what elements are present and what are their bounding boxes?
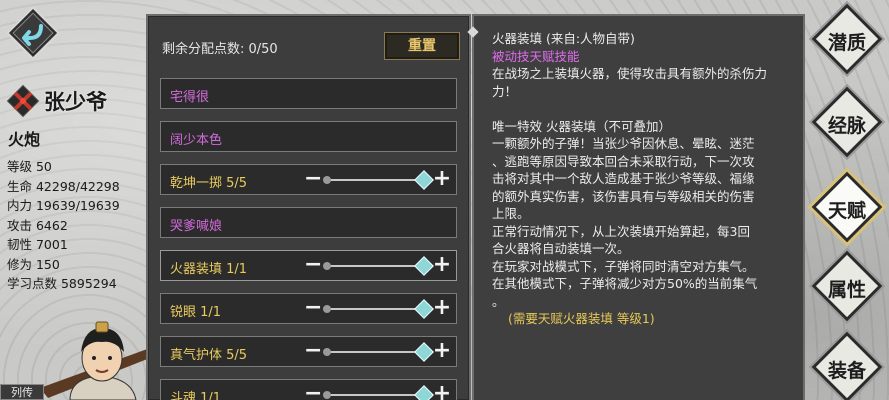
stat-learning-points: 学习点数 5895294 (7, 276, 117, 291)
tab-potential[interactable]: 潜质 (811, 3, 883, 75)
stat-attack: 攻击 6462 (7, 217, 68, 233)
slider-track[interactable] (323, 348, 424, 356)
effect-line: 的额外真实伤害，该伤害具有与等级相关的伤害 (492, 188, 755, 204)
talent-name: 锐眼 1/1 (170, 305, 222, 320)
tab-label: 属性 (827, 279, 866, 301)
talent-row[interactable]: 宅得很 (160, 78, 457, 109)
minus-button[interactable]: − (304, 168, 322, 190)
talent-name: 真气护体 5/5 (170, 348, 248, 363)
stat-level: 等级 50 (7, 159, 52, 174)
talent-row[interactable]: 真气护体 5/5 − + (160, 336, 457, 367)
effect-line: 在玩家对战模式下，子弹将同时清空对方集气。 (492, 258, 755, 274)
talent-name: 火器装填 1/1 (170, 262, 248, 277)
effect-line: 击将对其中一个敌人造成基于张少爷等级、福缘 (492, 171, 755, 186)
slider-track[interactable] (323, 391, 424, 399)
biography-tab[interactable]: 列传 (0, 384, 44, 400)
stat-toughness: 韧性 7001 (7, 237, 68, 252)
effect-line: 上限。 (492, 206, 530, 221)
tab-label: 潜质 (827, 32, 866, 54)
tab-equipment[interactable]: 装备 (811, 331, 883, 400)
talent-description-panel: 火器装填 (来自:人物自带) 被动技天赋技能 在战场之上装填火器，使得攻击具有额… (467, 14, 805, 400)
tab-talents[interactable]: 天赋 (811, 171, 883, 243)
talent-description: 火器装填 (来自:人物自带) 被动技天赋技能 在战场之上装填火器，使得攻击具有额… (492, 30, 797, 328)
talent-name: 乾坤一掷 5/5 (170, 176, 248, 191)
talent-level-slider[interactable]: − + (304, 383, 452, 400)
effect-line: 一颗额外的子弹！当张少爷因休息、晕眩、迷茫 (492, 136, 755, 151)
slider-knob-icon[interactable] (414, 256, 434, 276)
plus-button[interactable]: + (432, 383, 452, 400)
tab-label: 装备 (827, 360, 866, 382)
talent-row-selected[interactable]: 火器装填 1/1 − + (160, 250, 457, 281)
back-button[interactable] (4, 4, 62, 62)
slider-knob-icon[interactable] (414, 170, 434, 190)
talent-row[interactable]: 哭爹喊娘 (160, 207, 457, 238)
minus-button[interactable]: − (304, 254, 322, 276)
talent-level-slider[interactable]: − + (304, 168, 452, 190)
character-class: 火炮 (8, 130, 41, 149)
slider-track[interactable] (323, 176, 424, 184)
slider-track[interactable] (323, 305, 424, 313)
minus-button[interactable]: − (304, 383, 322, 400)
talent-row[interactable]: 阔少本色 (160, 121, 457, 152)
reset-button[interactable]: 重置 (384, 32, 460, 60)
talent-name: 斗魂 1/1 (170, 391, 222, 400)
talent-row[interactable]: 锐眼 1/1 − + (160, 293, 457, 324)
description-intro-line: 在战场之上装填火器，使得攻击具有额外的杀伤力 (492, 66, 768, 81)
talent-name: 宅得很 (170, 90, 210, 105)
effect-line: 合火器将自动装填一次。 (492, 241, 630, 256)
plus-button[interactable]: + (432, 297, 452, 319)
effect-line: 正常行动情况下，从上次装填开始算起，每3回 (492, 223, 750, 239)
character-header: 张少爷 (6, 84, 107, 118)
stat-cultivation: 修为 150 (7, 256, 60, 272)
character-name: 张少爷 (44, 90, 107, 114)
plus-button[interactable]: + (432, 254, 452, 276)
talent-row[interactable]: 斗魂 1/1 − + (160, 379, 457, 400)
tab-attributes[interactable]: 属性 (811, 250, 883, 322)
description-subtitle: 被动技天赋技能 (492, 48, 580, 64)
plus-button[interactable]: + (432, 340, 452, 362)
slider-knob-icon[interactable] (414, 299, 434, 319)
slider-knob-icon[interactable] (414, 385, 434, 400)
plus-button[interactable]: + (432, 168, 452, 190)
description-title: 火器装填 (来自:人物自带) (492, 31, 635, 46)
description-intro-line: 力！ (492, 83, 518, 99)
slider-track[interactable] (323, 262, 424, 270)
stat-hp: 生命 42298/42298 (7, 178, 120, 194)
tab-label: 天赋 (827, 200, 866, 222)
effect-line: 、逃跑等原因导致本回合未采取行动，下一次攻 (492, 153, 755, 169)
back-arrow-icon (6, 6, 60, 60)
talent-level-slider[interactable]: − + (304, 340, 452, 362)
character-stats: 等级 50 生命 42298/42298 内力 19639/19639 攻击 6… (7, 157, 147, 294)
talent-name: 哭爹喊娘 (170, 219, 223, 234)
talent-level-slider[interactable]: − + (304, 297, 452, 319)
minus-button[interactable]: − (304, 340, 322, 362)
slider-knob-icon[interactable] (414, 342, 434, 362)
tab-label: 经脉 (827, 115, 866, 137)
talent-level-slider[interactable]: − + (304, 254, 452, 276)
effect-line: 在其他模式下，子弹将减少对方50%的当前集气 (492, 276, 758, 291)
talent-name: 阔少本色 (170, 133, 223, 148)
character-portrait (40, 321, 155, 400)
crossed-swords-emblem-icon (6, 84, 40, 118)
requirement-text: (需要天赋火器装填 等级1) (508, 311, 655, 326)
remaining-points: 剩余分配点数: 0/50 (162, 42, 278, 57)
talent-list-panel: 剩余分配点数: 0/50 重置 宅得很 阔少本色 乾坤一掷 5/5 − + 哭爹… (146, 14, 471, 400)
effect-title: 唯一特效 火器装填（不可叠加） (492, 118, 671, 134)
stat-mp: 内力 19639/19639 (7, 198, 120, 213)
minus-button[interactable]: − (304, 297, 322, 319)
tab-meridians[interactable]: 经脉 (811, 86, 883, 158)
effect-line: 。 (492, 293, 505, 309)
talent-row[interactable]: 乾坤一掷 5/5 − + (160, 164, 457, 195)
